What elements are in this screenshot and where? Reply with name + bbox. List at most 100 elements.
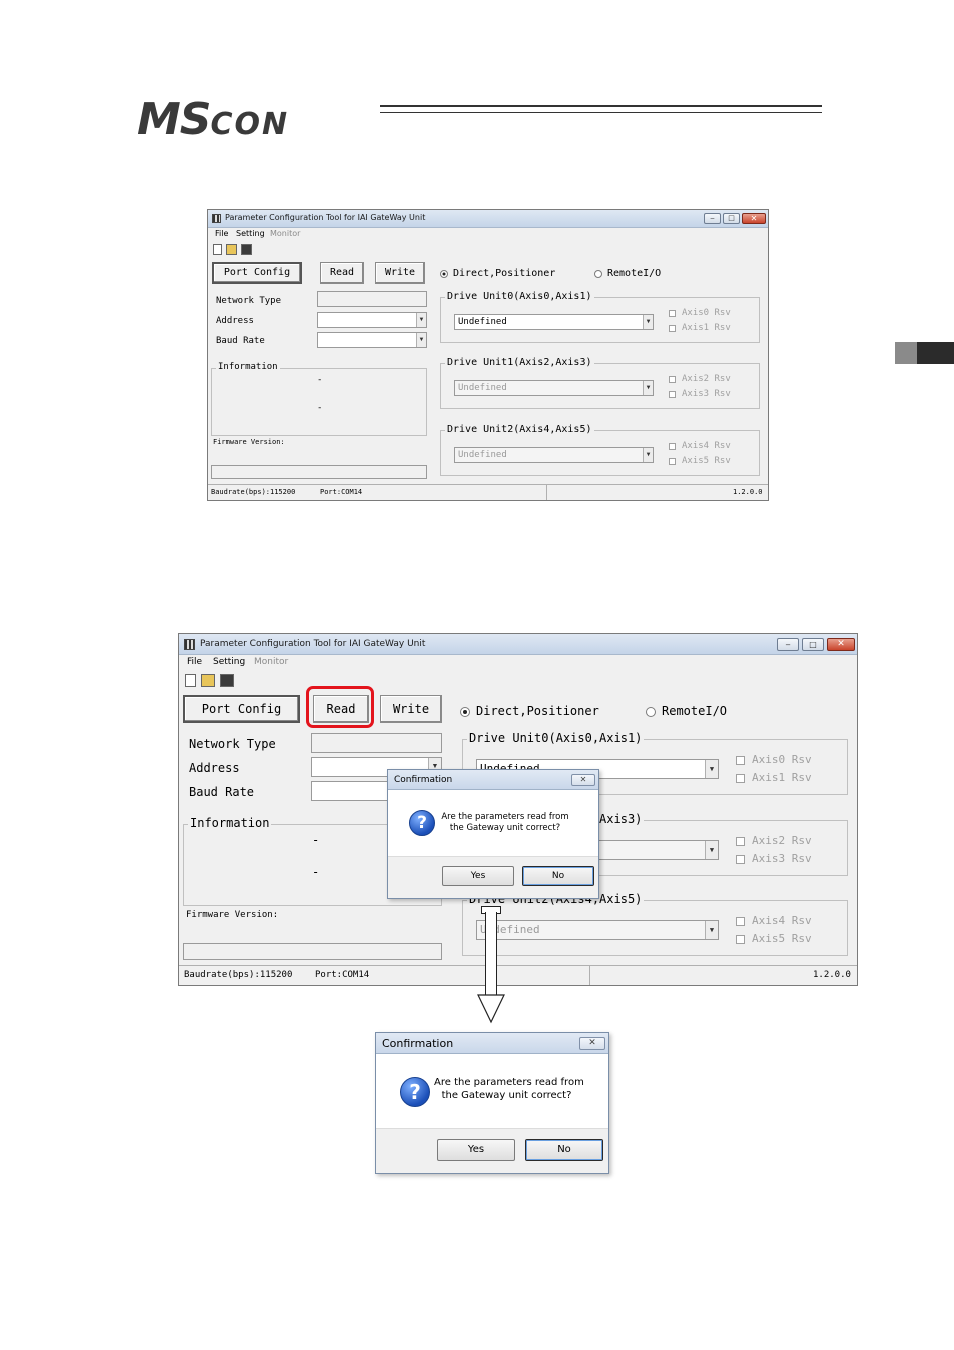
status-separator bbox=[589, 966, 590, 985]
minimize-button[interactable]: ‒ bbox=[704, 213, 721, 224]
address-select[interactable]: ▼ bbox=[317, 312, 427, 328]
remote-io-label: RemoteI/O bbox=[607, 268, 662, 279]
remote-io-radio[interactable] bbox=[594, 270, 602, 278]
menu-monitor[interactable]: Monitor bbox=[270, 229, 300, 238]
yes-button[interactable]: Yes bbox=[442, 866, 514, 886]
chevron-down-icon[interactable]: ▼ bbox=[643, 381, 653, 395]
status-bar: Baudrate(bps):115200 Port:COM14 1.2.0.0 bbox=[179, 965, 857, 985]
menu-setting[interactable]: Setting bbox=[236, 229, 265, 238]
window-title: Parameter Configuration Tool for IAI Gat… bbox=[225, 213, 426, 222]
dialog-message-line: Are the parameters read from bbox=[434, 1077, 584, 1088]
close-button[interactable]: ✕ bbox=[742, 213, 766, 224]
information-line: - bbox=[312, 833, 320, 847]
port-config-button[interactable]: Port Config bbox=[212, 262, 302, 284]
axis-checkbox[interactable] bbox=[669, 325, 676, 332]
maximize-button[interactable]: □ bbox=[723, 213, 740, 224]
new-file-icon[interactable] bbox=[185, 674, 196, 687]
axis-label: Axis4 Rsv bbox=[682, 441, 731, 451]
chevron-down-icon[interactable]: ▼ bbox=[416, 313, 426, 327]
status-baudrate: Baudrate(bps):115200 bbox=[211, 488, 296, 496]
save-icon[interactable] bbox=[220, 674, 234, 687]
chevron-down-icon[interactable]: ▼ bbox=[705, 760, 718, 778]
app-icon bbox=[184, 639, 195, 650]
axis-checkbox[interactable] bbox=[669, 391, 676, 398]
axis-checkbox[interactable] bbox=[669, 310, 676, 317]
no-button[interactable]: No bbox=[525, 1139, 603, 1161]
menu-file[interactable]: File bbox=[215, 229, 228, 238]
status-port: Port:COM14 bbox=[315, 970, 370, 980]
baud-rate-label: Baud Rate bbox=[189, 785, 255, 799]
axis-checkbox[interactable] bbox=[736, 837, 745, 846]
status-bar: Baudrate(bps):115200 Port:COM14 1.2.0.0 bbox=[208, 484, 768, 500]
dialog-message-line: Are the parameters read from bbox=[441, 812, 569, 822]
menu-bar: File Setting Monitor bbox=[208, 229, 768, 241]
open-folder-icon[interactable] bbox=[226, 244, 237, 255]
chevron-down-icon[interactable]: ▼ bbox=[705, 841, 718, 859]
drive-unit-title: Drive Unit1(Axis2,Axis3) bbox=[445, 357, 594, 368]
remote-io-radio[interactable] bbox=[646, 707, 656, 717]
axis-checkbox[interactable] bbox=[669, 443, 676, 450]
menu-setting[interactable]: Setting bbox=[213, 657, 245, 667]
confirmation-dialog: Confirmation ✕ ? Are the parameters read… bbox=[375, 1032, 609, 1174]
chevron-down-icon[interactable]: ▼ bbox=[643, 315, 653, 329]
firmware-version-field bbox=[183, 943, 442, 960]
no-button[interactable]: No bbox=[522, 866, 594, 886]
close-icon[interactable]: ✕ bbox=[579, 1037, 605, 1050]
drive-unit-value: Undefined bbox=[458, 450, 507, 460]
close-button[interactable]: ✕ bbox=[827, 638, 855, 651]
drive-unit-0-select[interactable]: Undefined ▼ bbox=[454, 314, 654, 330]
status-version: 1.2.0.0 bbox=[733, 488, 763, 496]
app-window-small: Parameter Configuration Tool for IAI Gat… bbox=[207, 209, 769, 501]
axis-checkbox[interactable] bbox=[736, 756, 745, 765]
drive-unit-0-group: Drive Unit0(Axis0,Axis1) Undefined ▼ Axis… bbox=[440, 291, 760, 343]
axis-checkbox[interactable] bbox=[736, 917, 745, 926]
address-label: Address bbox=[216, 316, 254, 326]
drive-unit-title: Drive Unit2(Axis4,Axis5) bbox=[445, 424, 594, 435]
port-config-button[interactable]: Port Config bbox=[183, 695, 300, 723]
read-button[interactable]: Read bbox=[320, 262, 364, 284]
axis-checkbox[interactable] bbox=[669, 458, 676, 465]
title-bar: Parameter Configuration Tool for IAI Gat… bbox=[179, 634, 857, 655]
new-file-icon[interactable] bbox=[213, 244, 222, 255]
drive-unit-2-group: Drive Unit2(Axis4,Axis5) Undefined ▼ Axis… bbox=[440, 424, 760, 476]
axis-checkbox[interactable] bbox=[736, 855, 745, 864]
maximize-button[interactable]: □ bbox=[802, 638, 824, 651]
menu-monitor[interactable]: Monitor bbox=[254, 657, 288, 667]
save-icon[interactable] bbox=[241, 244, 252, 255]
menu-file[interactable]: File bbox=[187, 657, 202, 667]
baud-rate-select[interactable]: ▼ bbox=[317, 332, 427, 348]
read-button-highlight bbox=[306, 686, 374, 728]
network-type-label: Network Type bbox=[216, 296, 282, 306]
axis-label: Axis0 Rsv bbox=[682, 308, 731, 318]
axis-checkbox[interactable] bbox=[669, 376, 676, 383]
drive-unit-value: Undefined bbox=[458, 383, 507, 393]
write-button[interactable]: Write bbox=[375, 262, 425, 284]
axis-checkbox[interactable] bbox=[736, 935, 745, 944]
yes-button[interactable]: Yes bbox=[437, 1139, 515, 1161]
direct-positioner-radio[interactable] bbox=[440, 270, 448, 278]
information-title: Information bbox=[216, 362, 280, 372]
remote-io-label: RemoteI/O bbox=[662, 704, 728, 718]
minimize-button[interactable]: ‒ bbox=[777, 638, 799, 651]
direct-positioner-radio[interactable] bbox=[460, 707, 470, 717]
chevron-down-icon[interactable]: ▼ bbox=[643, 448, 653, 462]
firmware-version-label: Firmware Version: bbox=[213, 438, 285, 446]
open-folder-icon[interactable] bbox=[201, 674, 215, 687]
chevron-down-icon[interactable]: ▼ bbox=[705, 921, 718, 939]
axis-checkbox[interactable] bbox=[736, 774, 745, 783]
drive-unit-1-select[interactable]: Undefined ▼ bbox=[454, 380, 654, 396]
drive-unit-2-select[interactable]: Undefined ▼ bbox=[454, 447, 654, 463]
close-icon[interactable]: ✕ bbox=[571, 774, 595, 786]
drive-unit-2-group: Drive Unit2(Axis4,Axis5) Undefined ▼ Axis… bbox=[462, 892, 848, 956]
firmware-version-field bbox=[211, 465, 427, 479]
dialog-message: Are the parameters read from the Gateway … bbox=[434, 1077, 584, 1102]
status-separator bbox=[546, 485, 547, 500]
axis-label: Axis4 Rsv bbox=[752, 914, 812, 927]
down-arrow-icon bbox=[477, 994, 505, 1024]
chevron-down-icon[interactable]: ▼ bbox=[416, 333, 426, 347]
drive-unit-2-select[interactable]: Undefined ▼ bbox=[476, 920, 719, 940]
confirmation-dialog-overlay: Confirmation ✕ ? Are the parameters read… bbox=[387, 769, 599, 899]
network-type-field bbox=[317, 291, 427, 307]
write-button[interactable]: Write bbox=[380, 695, 442, 723]
network-type-field bbox=[311, 733, 442, 753]
